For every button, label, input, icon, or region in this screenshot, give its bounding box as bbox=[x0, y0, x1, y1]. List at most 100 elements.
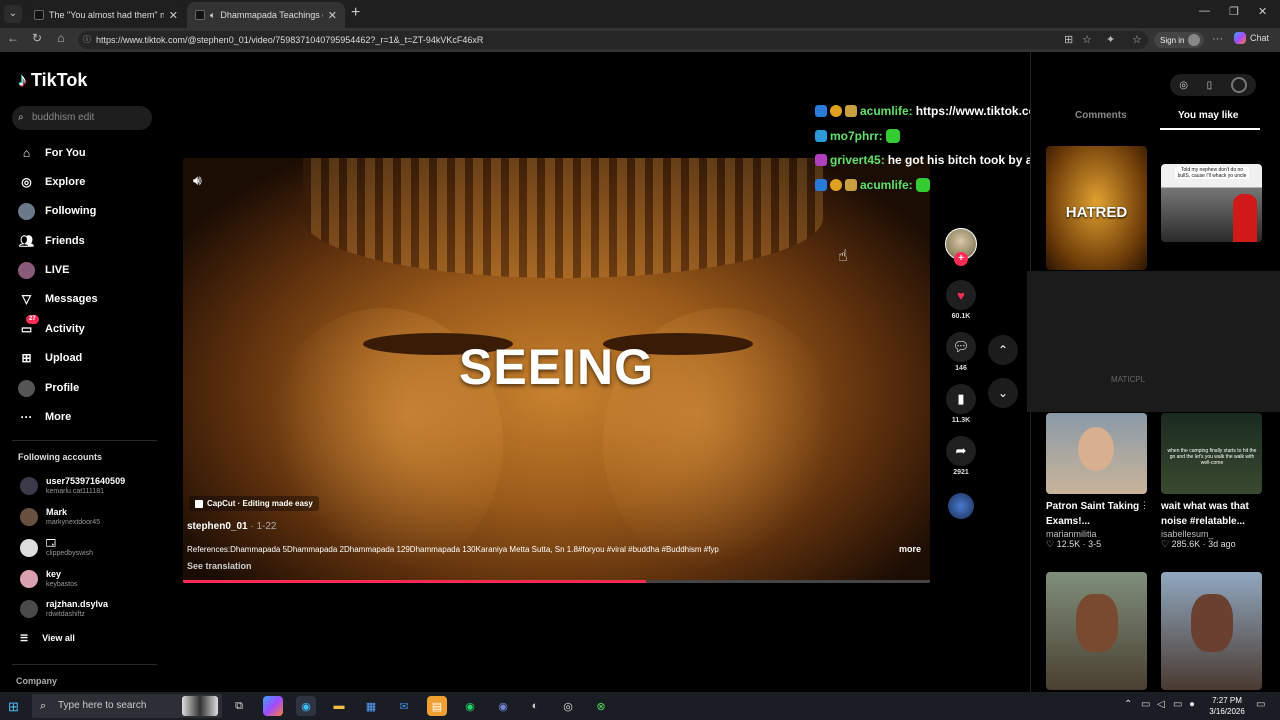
discord-icon[interactable]: ◉ bbox=[493, 696, 513, 716]
network-icon[interactable]: ▭ bbox=[1173, 699, 1182, 710]
nav-label: Profile bbox=[45, 382, 80, 394]
notifications-icon[interactable]: ▭ bbox=[1256, 699, 1265, 710]
search-input[interactable]: ⌕ buddhism edit bbox=[12, 106, 152, 130]
nav-more[interactable]: ··· More bbox=[18, 406, 72, 428]
site-info-icon[interactable]: ⓘ bbox=[83, 31, 91, 49]
close-window-icon[interactable]: ✕ bbox=[1258, 5, 1267, 18]
notes-icon[interactable]: ▤ bbox=[427, 696, 447, 716]
taskbar-clock[interactable]: 7:27 PM 3/16/2026 bbox=[1202, 695, 1252, 717]
settings-icon[interactable]: ◎ bbox=[1179, 80, 1188, 91]
video-thumbnail[interactable]: when the camping finally starts to hit t… bbox=[1161, 413, 1262, 494]
address-input[interactable]: ⓘ https://www.tiktok.com/@stephen0_01/vi… bbox=[78, 31, 1148, 49]
video-card[interactable]: wait what was that noise #relatable... i… bbox=[1161, 499, 1261, 550]
comment-button[interactable]: 💬︎ 146 bbox=[946, 332, 976, 372]
home-icon: ⌂ bbox=[22, 146, 31, 160]
video-overlay-text: SEEING bbox=[459, 339, 654, 395]
following-account[interactable]: key keybastos bbox=[20, 566, 78, 592]
capcut-tag[interactable]: CapCut · Editing made easy bbox=[189, 496, 319, 511]
video-thumbnail[interactable]: Told my nephew don't do no bullS, cause … bbox=[1161, 164, 1262, 242]
nav-label: Following bbox=[45, 205, 97, 217]
share-button[interactable]: ➦ 2921 bbox=[946, 436, 976, 476]
video-thumbnail[interactable]: HATRED bbox=[1046, 146, 1147, 270]
video-author[interactable]: stephen0_01 · 1-22 bbox=[187, 521, 277, 532]
nav-messages[interactable]: ▽ Messages bbox=[18, 288, 98, 310]
see-translation-link[interactable]: See translation bbox=[187, 561, 252, 571]
refresh-icon[interactable]: ↻ bbox=[28, 31, 46, 45]
volume-icon[interactable]: 🔊︎ bbox=[193, 172, 202, 189]
browser-tab-2[interactable]: 🔈︎ Dhammapada Teachings on C ✕ bbox=[187, 2, 345, 28]
floating-video-overlay[interactable]: MATICPL bbox=[1027, 271, 1280, 412]
settings-more-icon[interactable]: ··· bbox=[1212, 33, 1223, 45]
device-icon[interactable]: ▯ bbox=[1207, 80, 1213, 91]
nav-activity[interactable]: ▭ 27 Activity bbox=[18, 314, 85, 340]
close-tab-icon[interactable]: ✕ bbox=[169, 9, 178, 22]
next-video-icon[interactable]: ⌄ bbox=[988, 378, 1018, 408]
video-user[interactable]: marianmilitia bbox=[1046, 529, 1146, 539]
favorite-star-icon[interactable]: ☆ bbox=[1082, 33, 1092, 46]
restore-icon[interactable]: ❐ bbox=[1229, 5, 1239, 18]
nav-profile[interactable]: Profile bbox=[18, 377, 79, 399]
right-panel-tabs: Comments You may like bbox=[1046, 110, 1276, 130]
save-button[interactable]: ▮ 11.3K bbox=[946, 384, 976, 424]
microphone-icon[interactable]: ● bbox=[1189, 699, 1195, 710]
music-disc-icon[interactable] bbox=[948, 493, 974, 519]
tiktok-logo[interactable]: ♪ TikTok bbox=[18, 70, 87, 91]
tab-actions-icon[interactable]: ⌄ bbox=[4, 5, 22, 23]
audio-icon[interactable]: 🔈︎ bbox=[210, 10, 215, 21]
new-tab-icon[interactable]: + bbox=[351, 4, 360, 22]
more-button[interactable]: more bbox=[899, 544, 921, 554]
copilot-icon[interactable] bbox=[263, 696, 283, 716]
video-thumbnail[interactable] bbox=[1161, 572, 1262, 690]
nav-friends[interactable]: 👥︎ Friends bbox=[18, 230, 85, 252]
file-explorer-icon[interactable]: ▬ bbox=[329, 696, 349, 716]
home-icon[interactable]: ⌂ bbox=[52, 31, 70, 45]
browser-tab-1[interactable]: The "You almost had them" now th ✕ bbox=[26, 2, 186, 28]
following-account[interactable]: user753971640509 kemarlu.cat111181 bbox=[20, 473, 125, 499]
video-user[interactable]: isabellesum_ bbox=[1161, 529, 1261, 539]
tray-chevron-icon[interactable]: ⌃ bbox=[1124, 699, 1132, 710]
xbox-icon[interactable]: ⊗ bbox=[591, 696, 611, 716]
obs-icon[interactable]: ◎ bbox=[558, 696, 578, 716]
badge-icon bbox=[845, 179, 857, 191]
nav-for-you[interactable]: ⌂ For You bbox=[18, 142, 86, 164]
following-account[interactable]: 🗔︎ clippedbyswish bbox=[20, 535, 93, 561]
task-view-icon[interactable]: ⧉ bbox=[229, 696, 249, 716]
minimize-icon[interactable]: — bbox=[1199, 5, 1210, 17]
tab-comments[interactable]: Comments bbox=[1075, 110, 1127, 121]
mail-icon[interactable]: ✉ bbox=[394, 696, 414, 716]
video-thumbnail[interactable] bbox=[1046, 572, 1147, 690]
account-name-icon: 🗔︎ bbox=[46, 538, 56, 548]
sign-in-button[interactable]: Sign in bbox=[1154, 32, 1205, 48]
following-account[interactable]: Mark markynextdoor45 bbox=[20, 504, 100, 530]
previous-video-icon[interactable]: ⌃ bbox=[988, 335, 1018, 365]
following-account[interactable]: rajzhan.dsylva rdwitdashiftz bbox=[20, 596, 108, 622]
video-player[interactable]: SEEING 🔊︎ CapCut · Editing made easy ste… bbox=[183, 158, 930, 583]
extensions-icon[interactable]: ✦ bbox=[1106, 33, 1115, 46]
app-icon[interactable]: ◐ bbox=[525, 696, 545, 716]
follow-plus-icon[interactable]: + bbox=[954, 252, 968, 266]
nav-explore[interactable]: ◎ Explore bbox=[18, 171, 85, 193]
company-link[interactable]: Company bbox=[16, 676, 57, 686]
more-options-icon[interactable]: ⋮ bbox=[1140, 500, 1149, 511]
nav-upload[interactable]: ⊞ Upload bbox=[18, 347, 82, 369]
video-card[interactable]: Patron Saint Taking Exams!... marianmili… bbox=[1046, 499, 1146, 550]
favorites-icon[interactable]: ☆ bbox=[1132, 33, 1142, 46]
video-progress-bar[interactable] bbox=[183, 580, 930, 583]
taskbar-search-input[interactable]: ⌕ Type here to search bbox=[32, 694, 222, 718]
tray-app-icon[interactable]: ▭ bbox=[1141, 699, 1150, 710]
spotify-icon[interactable]: ◉ bbox=[460, 696, 480, 716]
like-button[interactable]: ♥ 60.1K bbox=[946, 280, 976, 320]
edge-browser-icon[interactable]: ◉ bbox=[296, 696, 316, 716]
copilot-chat-button[interactable]: Chat bbox=[1234, 32, 1269, 44]
back-icon[interactable]: ← bbox=[4, 31, 22, 45]
video-thumbnail[interactable] bbox=[1046, 413, 1147, 494]
microsoft-store-icon[interactable]: ▦ bbox=[361, 696, 381, 716]
close-tab-icon[interactable]: ✕ bbox=[328, 9, 337, 22]
nav-live[interactable]: LIVE bbox=[18, 259, 69, 281]
tab-you-may-like[interactable]: You may like bbox=[1178, 110, 1238, 121]
volume-tray-icon[interactable]: ◁ bbox=[1157, 699, 1165, 710]
view-all-button[interactable]: ☰ View all bbox=[20, 633, 75, 644]
nav-following[interactable]: Following bbox=[18, 200, 96, 222]
windows-start-icon[interactable]: ⊞ bbox=[8, 699, 19, 715]
app-available-icon[interactable]: ⊞ bbox=[1064, 33, 1073, 46]
